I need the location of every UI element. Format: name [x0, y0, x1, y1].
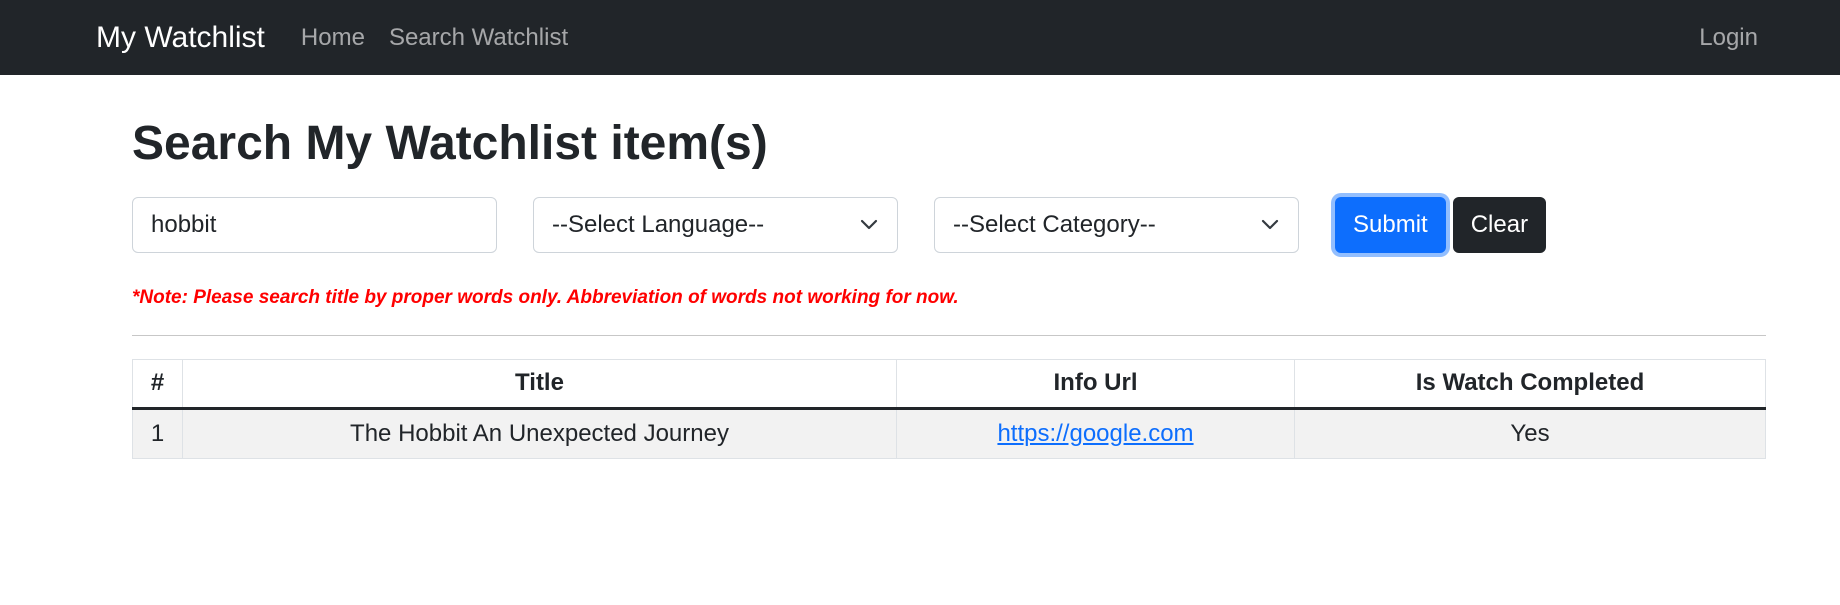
brand-link[interactable]: My Watchlist: [96, 21, 265, 55]
title-search-input[interactable]: [132, 196, 497, 253]
info-url-link[interactable]: https://google.com: [997, 420, 1193, 447]
top-navbar: My Watchlist Home Search Watchlist Login: [0, 0, 1840, 75]
category-select[interactable]: --Select Category--: [934, 196, 1299, 253]
nav-link-home[interactable]: Home: [301, 24, 365, 52]
submit-button[interactable]: Submit: [1335, 196, 1446, 253]
chevron-down-icon: [1260, 215, 1280, 235]
search-form: --Select Language-- --Select Category-- …: [132, 196, 1766, 253]
divider: [132, 334, 1766, 336]
nav-links: Home Search Watchlist Login: [301, 24, 1758, 52]
header-is-watch-completed: Is Watch Completed: [1294, 358, 1766, 410]
language-select-value: --Select Language--: [552, 210, 765, 238]
main-container: Search My Watchlist item(s) --Select Lan…: [0, 115, 1840, 459]
cell-num: 1: [132, 407, 183, 459]
page-title: Search My Watchlist item(s): [132, 117, 768, 170]
header-num: #: [132, 358, 183, 410]
category-select-value: --Select Category--: [953, 210, 1156, 238]
header-title: Title: [182, 358, 897, 410]
header-info-url: Info Url: [896, 358, 1295, 410]
nav-link-search-watchlist[interactable]: Search Watchlist: [389, 24, 568, 52]
nav-link-login[interactable]: Login: [1699, 24, 1758, 51]
table-row: 1 The Hobbit An Unexpected Journey https…: [132, 407, 1766, 459]
cell-title: The Hobbit An Unexpected Journey: [182, 407, 897, 459]
table-header-row: # Title Info Url Is Watch Completed: [132, 358, 1766, 410]
watchlist-table: # Title Info Url Is Watch Completed 1 Th…: [132, 358, 1766, 459]
cell-info-url: https://google.com: [896, 407, 1295, 459]
nav-right: Login: [1699, 24, 1758, 52]
language-select[interactable]: --Select Language--: [533, 196, 898, 253]
clear-button[interactable]: Clear: [1452, 196, 1547, 253]
chevron-down-icon: [859, 215, 879, 235]
search-note: *Note: Please search title by proper wor…: [132, 286, 959, 308]
cell-is-watch-completed: Yes: [1294, 407, 1766, 459]
